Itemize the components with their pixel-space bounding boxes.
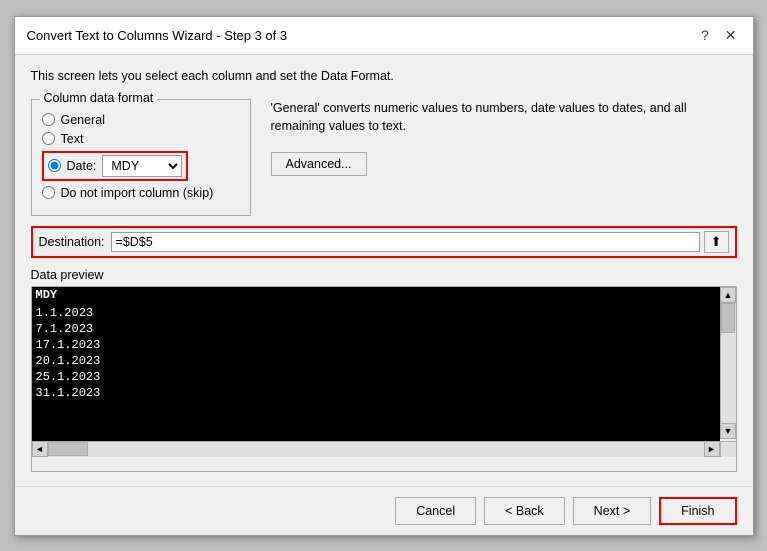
- date-row: Date: MDY DMY YMD MYD DYM YDM: [42, 151, 240, 181]
- text-label: Text: [61, 132, 84, 146]
- scroll-thumb-v[interactable]: [721, 303, 735, 333]
- footer: Cancel < Back Next > Finish: [15, 486, 753, 535]
- preview-label: Data preview: [31, 268, 737, 282]
- scroll-right-arrow[interactable]: ►: [704, 441, 720, 457]
- right-panel: 'General' converts numeric values to num…: [271, 97, 737, 177]
- date-format-select[interactable]: MDY DMY YMD MYD DYM YDM: [102, 155, 182, 177]
- finish-button[interactable]: Finish: [659, 497, 736, 525]
- scroll-thumb-h[interactable]: [48, 442, 88, 456]
- advanced-button[interactable]: Advanced...: [271, 152, 367, 176]
- destination-input[interactable]: [111, 232, 700, 252]
- preview-data-area: MDY 1.1.2023 7.1.2023 17.1.2023 20.1.202…: [32, 287, 720, 441]
- preview-row-4: 20.1.2023: [32, 353, 720, 369]
- info-text: 'General' converts numeric values to num…: [271, 99, 737, 137]
- scroll-down-arrow[interactable]: ▼: [720, 423, 736, 439]
- preview-section: Data preview MDY 1.1.2023 7.1.2023 17.1.…: [31, 268, 737, 472]
- preview-header: MDY: [32, 287, 720, 305]
- skip-radio[interactable]: [42, 186, 55, 199]
- preview-row-3: 17.1.2023: [32, 337, 720, 353]
- preview-row-6: 31.1.2023: [32, 385, 720, 401]
- vertical-scrollbar: ▲ ▼: [720, 287, 736, 439]
- text-radio[interactable]: [42, 132, 55, 145]
- skip-row: Do not import column (skip): [42, 186, 240, 200]
- date-radio[interactable]: [48, 159, 61, 172]
- horizontal-scrollbar: ◄ ►: [32, 441, 720, 457]
- scroll-left-arrow[interactable]: ◄: [32, 441, 48, 457]
- preview-content-wrap: MDY 1.1.2023 7.1.2023 17.1.2023 20.1.202…: [32, 287, 736, 457]
- general-label: General: [61, 113, 105, 127]
- skip-label: Do not import column (skip): [61, 186, 214, 200]
- destination-label: Destination:: [39, 235, 105, 249]
- scroll-corner: [720, 441, 736, 457]
- date-label: Date:: [67, 159, 97, 173]
- scroll-track-h: [48, 442, 704, 457]
- column-format-group: Column data format General Text: [31, 99, 251, 216]
- preview-row-2: 7.1.2023: [32, 321, 720, 337]
- preview-outer: MDY 1.1.2023 7.1.2023 17.1.2023 20.1.202…: [31, 286, 737, 472]
- intro-text: This screen lets you select each column …: [31, 69, 737, 83]
- text-row: Text: [42, 132, 240, 146]
- main-content: Column data format General Text: [31, 97, 737, 216]
- back-button[interactable]: < Back: [484, 497, 565, 525]
- collapse-button[interactable]: ⬆: [704, 231, 729, 253]
- date-radio-box: Date: MDY DMY YMD MYD DYM YDM: [42, 151, 189, 181]
- dialog-body: This screen lets you select each column …: [15, 55, 753, 486]
- cancel-button[interactable]: Cancel: [395, 497, 476, 525]
- next-button[interactable]: Next >: [573, 497, 651, 525]
- help-button[interactable]: ?: [697, 25, 713, 45]
- scroll-up-arrow[interactable]: ▲: [720, 287, 736, 303]
- left-panel: Column data format General Text: [31, 97, 251, 216]
- title-bar: Convert Text to Columns Wizard - Step 3 …: [15, 17, 753, 55]
- title-controls: ? ✕: [697, 25, 741, 46]
- convert-text-dialog: Convert Text to Columns Wizard - Step 3 …: [14, 16, 754, 536]
- preview-row-5: 25.1.2023: [32, 369, 720, 385]
- close-button[interactable]: ✕: [721, 25, 741, 46]
- general-row: General: [42, 113, 240, 127]
- general-radio[interactable]: [42, 113, 55, 126]
- column-format-label: Column data format: [40, 91, 158, 105]
- scroll-track-v: [721, 303, 736, 423]
- destination-row: Destination: ⬆: [31, 226, 737, 258]
- dialog-title: Convert Text to Columns Wizard - Step 3 …: [27, 28, 288, 43]
- preview-row-1: 1.1.2023: [32, 305, 720, 321]
